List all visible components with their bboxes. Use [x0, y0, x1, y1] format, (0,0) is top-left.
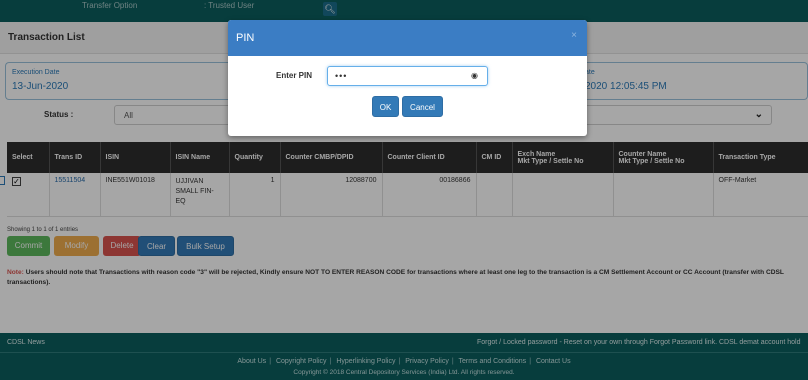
pin-dialog-title: PIN: [236, 32, 255, 44]
ok-button[interactable]: OK: [372, 96, 399, 117]
pin-dialog-header: PIN ×: [228, 20, 587, 56]
pin-label: Enter PIN: [276, 71, 313, 80]
cancel-button[interactable]: Cancel: [402, 96, 443, 117]
pin-masked-value: •••: [335, 71, 348, 81]
eye-icon[interactable]: ◉: [471, 71, 478, 80]
close-icon[interactable]: ×: [571, 30, 577, 41]
pin-input[interactable]: ••• ◉: [327, 66, 488, 86]
pin-dialog: PIN × Enter PIN ••• ◉ OK Cancel: [228, 20, 587, 136]
